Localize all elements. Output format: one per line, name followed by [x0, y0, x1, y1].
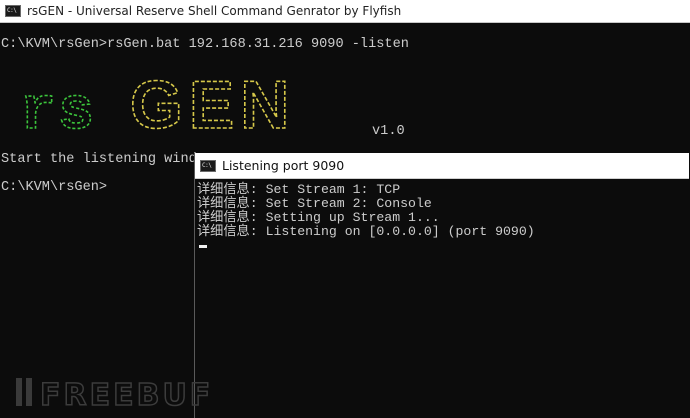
command-line: C:\KVM\rsGen>rsGen.bat 192.168.31.216 90… — [1, 37, 409, 52]
version-label: v1.0 — [372, 124, 405, 139]
prompt-line: C:\KVM\rsGen> — [1, 180, 108, 195]
cmd-icon: C:\ — [200, 159, 216, 172]
rsgen-ascii-banner: rs GEN — [20, 66, 295, 138]
text-cursor — [199, 245, 207, 248]
banner-label-rs: rs — [20, 79, 96, 138]
status-line: Start the listening window — [1, 152, 214, 167]
main-titlebar[interactable]: C:\ rsGEN - Universal Reserve Shell Comm… — [0, 0, 690, 23]
listener-window-title: Listening port 9090 — [222, 158, 345, 173]
listener-window[interactable]: C:\ Listening port 9090 详细信息: Set Stream… — [194, 153, 689, 418]
output-line: 详细信息: Listening on [0.0.0.0] (port 9090) — [197, 224, 535, 239]
listener-titlebar[interactable]: C:\ Listening port 9090 — [195, 153, 689, 179]
banner-label-gen: GEN — [130, 67, 295, 138]
window-title: rsGEN - Universal Reserve Shell Command … — [27, 4, 402, 18]
listener-output[interactable]: 详细信息: Set Stream 1: TCP 详细信息: Set Stream… — [197, 178, 687, 418]
freebuf-watermark: FREEBUF — [16, 377, 210, 410]
watermark-text: FREEBUF — [40, 378, 210, 410]
cmd-icon: C:\ — [5, 5, 21, 17]
